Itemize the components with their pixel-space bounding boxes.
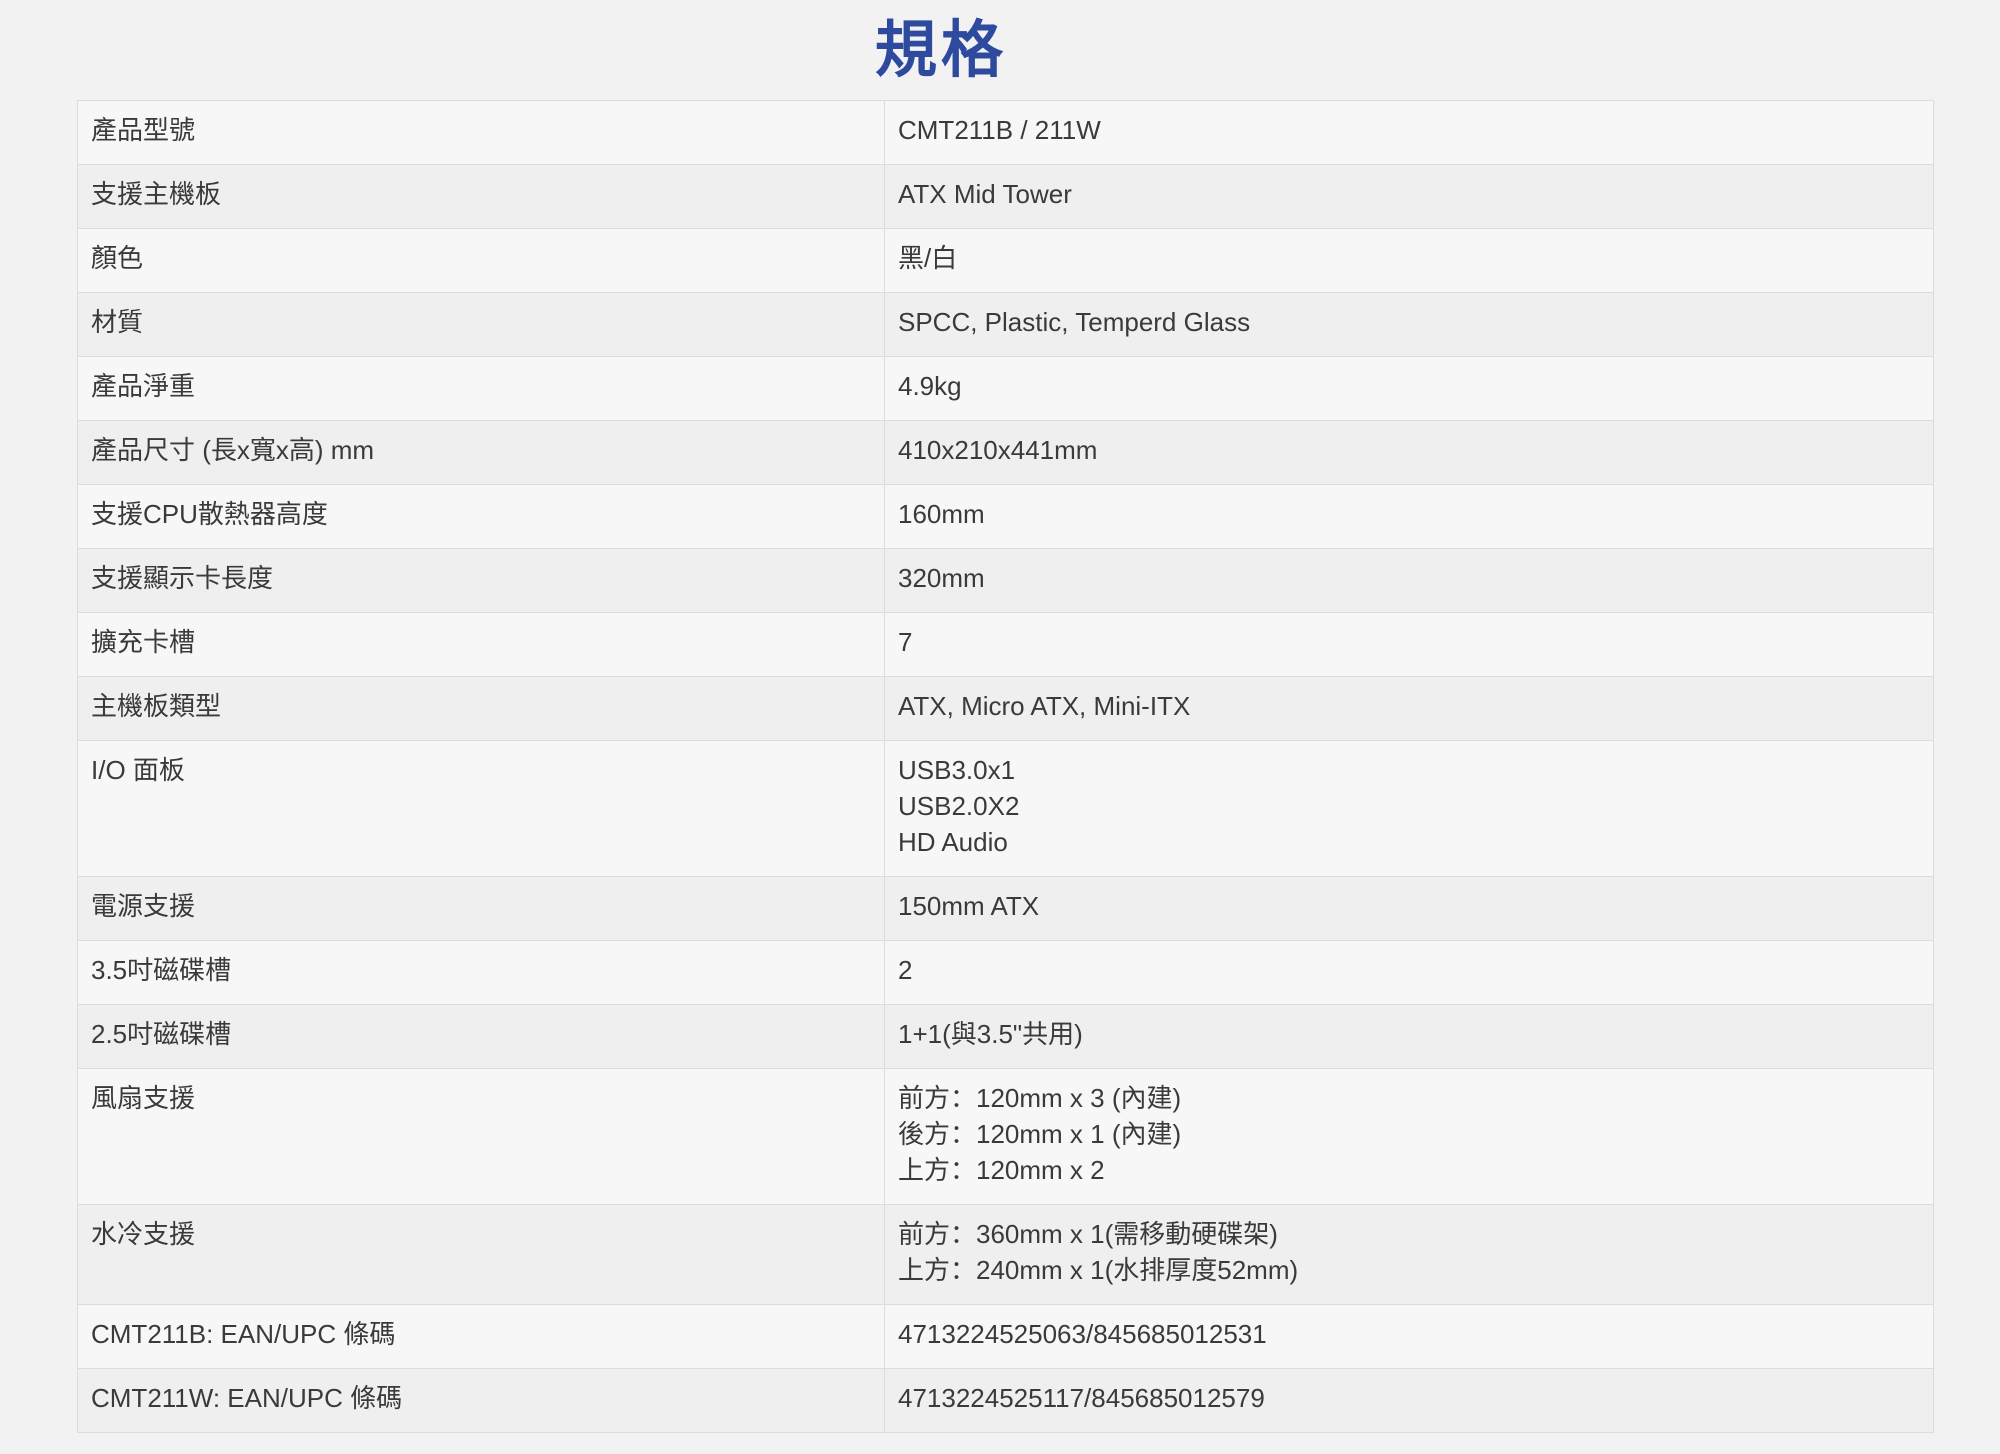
- spec-value-line: 前方：360mm x 1(需移動硬碟架): [898, 1219, 1278, 1249]
- spec-label: 材質: [77, 292, 885, 357]
- spec-label: 支援CPU散熱器高度: [77, 484, 885, 549]
- spec-label: I/O 面板: [77, 740, 885, 877]
- table-row: 材質 SPCC, Plastic, Temperd Glass: [77, 292, 1934, 357]
- spec-value: 4713224525117/845685012579: [884, 1368, 1934, 1433]
- table-row: CMT211B: EAN/UPC 條碼 4713224525063/8456850…: [77, 1304, 1934, 1369]
- spec-value: 4.9kg: [884, 356, 1934, 421]
- spec-value: 2: [884, 940, 1934, 1005]
- spec-value-line: 7: [898, 627, 913, 657]
- table-row: CMT211W: EAN/UPC 條碼 4713224525117/8456850…: [77, 1368, 1934, 1433]
- spec-label: CMT211B: EAN/UPC 條碼: [77, 1304, 885, 1369]
- spec-value-line: CMT211B / 211W: [898, 115, 1101, 145]
- spec-value-line: USB3.0x1: [898, 755, 1016, 785]
- table-row: 電源支援 150mm ATX: [77, 876, 1934, 941]
- spec-label: 3.5吋磁碟槽: [77, 940, 885, 1005]
- spec-value-line: SPCC, Plastic, Temperd Glass: [898, 307, 1251, 337]
- spec-value: 150mm ATX: [884, 876, 1934, 941]
- table-row: 擴充卡槽 7: [77, 612, 1934, 677]
- spec-value: 4713224525063/845685012531: [884, 1304, 1934, 1369]
- table-row: 支援顯示卡長度 320mm: [77, 548, 1934, 613]
- spec-value-line: 前方：120mm x 3 (內建): [898, 1083, 1182, 1113]
- spec-value-line: 150mm ATX: [898, 891, 1040, 921]
- spec-value: SPCC, Plastic, Temperd Glass: [884, 292, 1934, 357]
- spec-value-line: 4713224525063/845685012531: [898, 1319, 1267, 1349]
- spec-value-line: 上方：240mm x 1(水排厚度52mm): [898, 1255, 1299, 1285]
- spec-label: CMT211W: EAN/UPC 條碼: [77, 1368, 885, 1433]
- spec-label: 風扇支援: [77, 1068, 885, 1205]
- spec-table: 產品型號 CMT211B / 211W 支援主機板 ATX Mid Tower 顏色 黑/…: [77, 100, 1934, 1433]
- spec-value: 黑/白: [884, 228, 1934, 293]
- table-row: 支援主機板 ATX Mid Tower: [77, 164, 1934, 229]
- table-row: I/O 面板 USB3.0x1 USB2.0X2 HD Audio: [77, 740, 1934, 877]
- spec-value: 320mm: [884, 548, 1934, 613]
- spec-label: 2.5吋磁碟槽: [77, 1004, 885, 1069]
- spec-value-line: USB2.0X2: [898, 791, 1020, 821]
- spec-label: 產品尺寸 (長x寬x高) mm: [77, 420, 885, 485]
- spec-label: 產品型號: [77, 100, 885, 165]
- spec-value-line: HD Audio: [898, 827, 1008, 857]
- spec-value-line: 後方：120mm x 1 (內建): [898, 1119, 1182, 1149]
- table-row: 主機板類型 ATX, Micro ATX, Mini-ITX: [77, 676, 1934, 741]
- table-row: 2.5吋磁碟槽 1+1(與3.5"共用): [77, 1004, 1934, 1069]
- table-row: 3.5吋磁碟槽 2: [77, 940, 1934, 1005]
- spec-value-line: 上方：120mm x 2: [898, 1155, 1105, 1185]
- spec-table-body: 產品型號 CMT211B / 211W 支援主機板 ATX Mid Tower 顏色 黑/…: [77, 100, 1934, 1433]
- spec-value: 前方：120mm x 3 (內建) 後方：120mm x 1 (內建) 上方：120…: [884, 1068, 1934, 1205]
- spec-value-line: 2: [898, 955, 913, 985]
- spec-label: 支援顯示卡長度: [77, 548, 885, 613]
- spec-label: 產品淨重: [77, 356, 885, 421]
- spec-value-line: 4.9kg: [898, 371, 962, 401]
- spec-value-line: 1+1(與3.5"共用): [898, 1019, 1083, 1049]
- spec-value-line: ATX Mid Tower: [898, 179, 1072, 209]
- spec-label: 擴充卡槽: [77, 612, 885, 677]
- spec-value-line: 黑/白: [898, 243, 958, 273]
- table-row: 水冷支援 前方：360mm x 1(需移動硬碟架) 上方：240mm x 1(水排厚…: [77, 1204, 1934, 1305]
- spec-value: ATX, Micro ATX, Mini-ITX: [884, 676, 1934, 741]
- page-title: 規格: [874, 13, 1007, 86]
- spec-value-line: 410x210x441mm: [898, 435, 1098, 465]
- spec-label: 支援主機板: [77, 164, 885, 229]
- spec-value-line: 4713224525117/845685012579: [898, 1383, 1265, 1413]
- spec-value: 7: [884, 612, 1934, 677]
- spec-value: USB3.0x1 USB2.0X2 HD Audio: [884, 740, 1934, 877]
- table-row: 支援CPU散熱器高度 160mm: [77, 484, 1934, 549]
- spec-value: 前方：360mm x 1(需移動硬碟架) 上方：240mm x 1(水排厚度52m…: [884, 1204, 1934, 1305]
- spec-value-line: 320mm: [898, 563, 985, 593]
- spec-value: 1+1(與3.5"共用): [884, 1004, 1934, 1069]
- spec-label: 主機板類型: [77, 676, 885, 741]
- spec-value: CMT211B / 211W: [884, 100, 1934, 165]
- table-row: 風扇支援 前方：120mm x 3 (內建) 後方：120mm x 1 (內建) 上方…: [77, 1068, 1934, 1205]
- spec-value: ATX Mid Tower: [884, 164, 1934, 229]
- table-row: 產品淨重 4.9kg: [77, 356, 1934, 421]
- spec-value: 160mm: [884, 484, 1934, 549]
- spec-label: 電源支援: [77, 876, 885, 941]
- table-row: 產品尺寸 (長x寬x高) mm 410x210x441mm: [77, 420, 1934, 485]
- spec-label: 水冷支援: [77, 1204, 885, 1305]
- table-row: 顏色 黑/白: [77, 228, 1934, 293]
- spec-value-line: ATX, Micro ATX, Mini-ITX: [898, 691, 1191, 721]
- spec-value-line: 160mm: [898, 499, 985, 529]
- spec-label: 顏色: [77, 228, 885, 293]
- spec-value: 410x210x441mm: [884, 420, 1934, 485]
- table-row: 產品型號 CMT211B / 211W: [77, 100, 1934, 165]
